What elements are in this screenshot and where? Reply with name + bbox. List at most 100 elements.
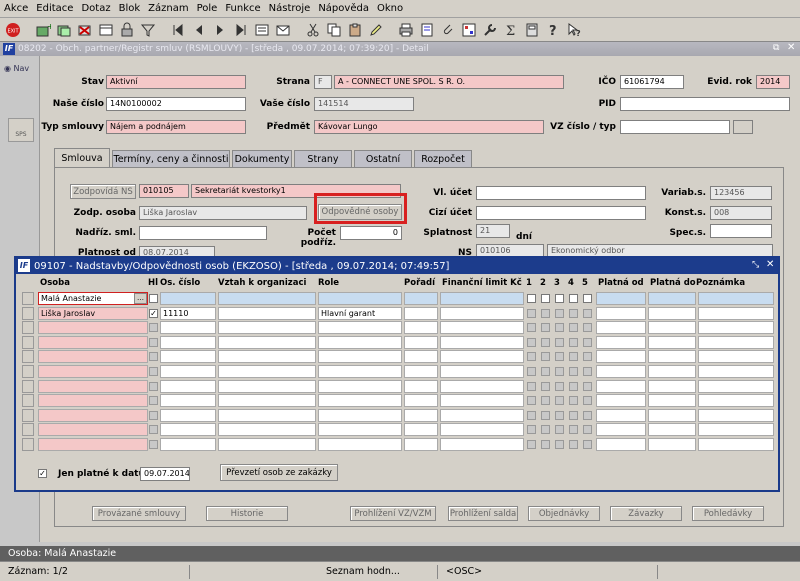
flag-checkbox[interactable] — [527, 323, 536, 333]
grid-cell-vztah[interactable] — [218, 365, 316, 378]
flag-checkbox[interactable] — [569, 410, 578, 420]
prohlizeni-salda-button[interactable]: Prohlížení salda — [448, 506, 518, 521]
tab-smlouva[interactable]: Smlouva — [54, 148, 110, 167]
grid-cell-od[interactable] — [596, 350, 646, 364]
grid-cell-pozn[interactable] — [698, 438, 774, 451]
tab-ostatni[interactable]: Ostatní — [354, 150, 412, 167]
flag-checkbox[interactable] — [583, 440, 592, 449]
zavazky-button[interactable]: Závazky — [610, 506, 682, 521]
flag-checkbox[interactable] — [541, 367, 550, 376]
row-indicator[interactable] — [22, 321, 34, 335]
flag-checkbox[interactable] — [569, 396, 578, 406]
hl-checkbox[interactable]: ✓ — [149, 308, 158, 318]
restore-icon[interactable]: ⧉ — [773, 43, 779, 53]
grid-cell-poradi[interactable] — [404, 394, 438, 408]
jen-platne-date-field[interactable]: 09.07.2014 — [140, 467, 190, 481]
flag-checkbox[interactable] — [569, 352, 578, 362]
flag-checkbox[interactable] — [527, 352, 536, 362]
grid-cell-os_cislo[interactable] — [160, 350, 216, 364]
grid-cell-poradi[interactable] — [404, 379, 438, 393]
grid-cell-vztah[interactable] — [218, 292, 316, 305]
grid-cell-vztah[interactable] — [218, 321, 316, 335]
flag-checkbox[interactable] — [541, 440, 550, 449]
flag-checkbox[interactable] — [583, 337, 592, 347]
grid-cell-do[interactable] — [648, 335, 696, 349]
hl-checkbox[interactable] — [149, 294, 158, 303]
varias-field[interactable]: 123456 — [710, 186, 772, 200]
grid-cell-osoba[interactable] — [38, 321, 148, 335]
strana-code-field[interactable]: F — [314, 75, 332, 89]
grid-cell-poradi[interactable] — [404, 335, 438, 349]
flag-checkbox[interactable] — [569, 323, 578, 333]
flag-checkbox[interactable] — [527, 396, 536, 406]
row-indicator[interactable] — [22, 379, 34, 393]
hl-checkbox[interactable] — [149, 425, 158, 435]
grid-cell-pozn[interactable] — [698, 335, 774, 349]
flag-checkbox[interactable] — [569, 425, 578, 435]
vz-cislo-field[interactable] — [620, 120, 730, 134]
grid-cell-osoba[interactable] — [38, 423, 148, 437]
grid-cell-limit[interactable] — [440, 292, 524, 305]
grid-cell-os_cislo[interactable] — [160, 365, 216, 378]
sps-button[interactable]: SPS — [8, 118, 34, 142]
row-indicator[interactable] — [22, 350, 34, 364]
splatnost-field[interactable]: 21 — [476, 224, 510, 238]
grid-cell-od[interactable] — [596, 408, 646, 422]
menu-blok[interactable]: Blok — [115, 3, 145, 14]
vl-ucet-field[interactable] — [476, 186, 646, 200]
flag-checkbox[interactable] — [555, 425, 564, 435]
row-indicator[interactable] — [22, 335, 34, 349]
hl-checkbox[interactable] — [149, 381, 158, 391]
nav-button[interactable]: ◉ Nav — [4, 64, 29, 73]
grid-cell-poradi[interactable] — [404, 306, 438, 320]
grid-cell-os_cislo[interactable] — [160, 292, 216, 305]
flag-checkbox[interactable] — [541, 410, 550, 420]
row-indicator[interactable] — [22, 408, 34, 422]
list-icon[interactable] — [253, 21, 271, 39]
grid-cell-poradi[interactable] — [404, 365, 438, 378]
flag-checkbox[interactable] — [527, 425, 536, 435]
flag-checkbox[interactable] — [555, 294, 564, 303]
calculator-icon[interactable] — [523, 21, 541, 39]
flag-checkbox[interactable] — [583, 323, 592, 333]
attach-icon[interactable] — [439, 21, 457, 39]
grid-cell-role[interactable] — [318, 350, 402, 364]
grid-cell-limit[interactable] — [440, 350, 524, 364]
grid-cell-pozn[interactable] — [698, 292, 774, 305]
paste-icon[interactable] — [346, 21, 364, 39]
prev-record-icon[interactable] — [190, 21, 208, 39]
grid-cell-os_cislo[interactable] — [160, 423, 216, 437]
menu-pole[interactable]: Pole — [193, 3, 222, 14]
grid-cell-do[interactable] — [648, 379, 696, 393]
menu-dotaz[interactable]: Dotaz — [77, 3, 114, 14]
grid-cell-osoba[interactable] — [38, 408, 148, 422]
prohlizeni-vz-button[interactable]: Prohlížení VZ/VZM — [350, 506, 436, 521]
grid-cell-od[interactable] — [596, 394, 646, 408]
grid-cell-os_cislo[interactable] — [160, 335, 216, 349]
grid-cell-vztah[interactable] — [218, 350, 316, 364]
flag-checkbox[interactable] — [583, 381, 592, 391]
grid-cell-do[interactable] — [648, 350, 696, 364]
filter-icon[interactable] — [139, 21, 157, 39]
flag-checkbox[interactable] — [541, 294, 550, 303]
nadriz-field[interactable] — [139, 226, 267, 240]
flag-checkbox[interactable] — [541, 337, 550, 347]
grid-cell-pozn[interactable] — [698, 379, 774, 393]
grid-cell-poradi[interactable] — [404, 321, 438, 335]
provazane-smlouvy-button[interactable]: Provázané smlouvy — [92, 506, 186, 521]
strana-name-field[interactable]: A - CONNECT UNE SPOL. S R. O. — [334, 75, 564, 89]
hl-checkbox[interactable] — [149, 323, 158, 333]
properties-icon[interactable] — [460, 21, 478, 39]
flag-checkbox[interactable] — [583, 367, 592, 376]
hl-checkbox[interactable] — [149, 352, 158, 362]
grid-cell-do[interactable] — [648, 423, 696, 437]
menu-funkce[interactable]: Funkce — [221, 3, 264, 14]
grid-cell-vztah[interactable] — [218, 379, 316, 393]
cut-icon[interactable] — [304, 21, 322, 39]
delete-record-icon[interactable] — [76, 21, 94, 39]
grid-cell-pozn[interactable] — [698, 350, 774, 364]
flag-checkbox[interactable] — [583, 425, 592, 435]
grid-cell-role[interactable]: Hlavní garant — [318, 306, 402, 320]
flag-checkbox[interactable] — [527, 440, 536, 449]
grid-cell-pozn[interactable] — [698, 321, 774, 335]
